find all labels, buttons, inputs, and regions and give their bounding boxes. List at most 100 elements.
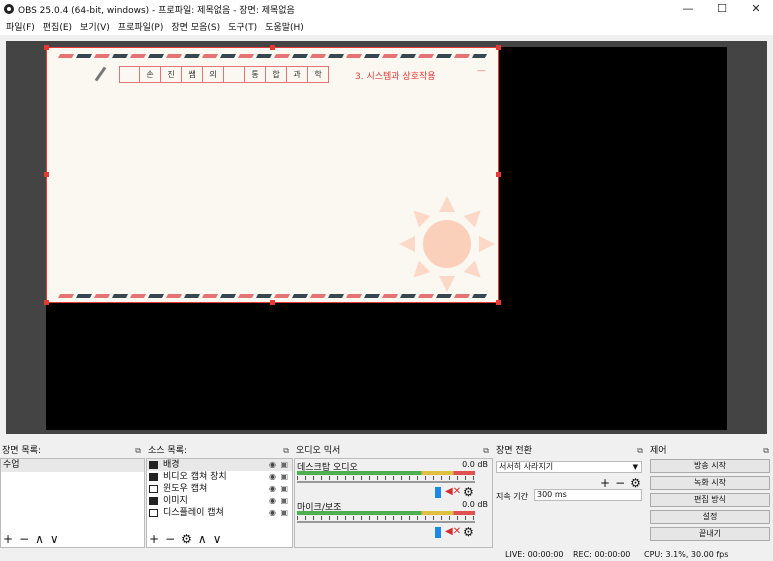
title-cell: 과 [287, 67, 308, 82]
resize-handle[interactable] [496, 45, 501, 50]
resize-handle[interactable] [496, 300, 501, 305]
move-down-button[interactable]: ∨ [50, 532, 59, 546]
float-icon[interactable]: ⧉ [763, 444, 769, 458]
preview-canvas[interactable]: 손 진 쌤 의 통 합 과 학 3. 시스템과 상호작용 — [44, 45, 727, 430]
sources-dock: 소스 목록: ⧉ 배경 ◉ ▣ 비디오 캡쳐 장치 ◉ ▣ 윈도우 캡쳐 ◉ ▣ [146, 444, 293, 548]
resize-handle[interactable] [44, 172, 49, 177]
menu-help[interactable]: 도움말(H) [265, 20, 304, 33]
mixer-channel: 마이크/보조 0.0 dB ◀✕ ⚙ [295, 499, 492, 539]
volume-meter [297, 471, 475, 475]
menu-bar: 파일(F) 편집(E) 보기(V) 프로파일(P) 장면 모음(S) 도구(T)… [0, 18, 773, 35]
mute-icon[interactable]: ◀✕ [445, 526, 461, 537]
visibility-icon[interactable]: ◉ [269, 495, 276, 507]
lock-icon[interactable]: ▣ [280, 507, 288, 519]
visibility-icon[interactable]: ◉ [269, 459, 276, 471]
dock-area: 장면 목록: ⧉ 수업 + − ∧ ∨ 소스 목록: ⧉ 배경 ◉ ▣ 비디오 캡쳐… [0, 444, 773, 548]
add-source-button[interactable]: + [149, 532, 159, 546]
mute-icon[interactable]: ◀✕ [445, 486, 461, 497]
mixer-channel: 데스크탑 오디오 0.0 dB ◀✕ ⚙ [295, 459, 492, 499]
controls-title: 제어 [650, 446, 667, 456]
visibility-icon[interactable]: ◉ [269, 483, 276, 495]
remove-transition-button[interactable]: − [615, 476, 625, 490]
image-icon [149, 497, 158, 505]
menu-tools[interactable]: 도구(T) [228, 20, 257, 33]
source-item[interactable]: 윈도우 캡쳐 ◉ ▣ [147, 483, 292, 495]
mixer-title: 오디오 믹서 [296, 446, 341, 456]
lock-icon[interactable]: ▣ [280, 459, 288, 471]
menu-file[interactable]: 파일(F) [6, 20, 35, 33]
duration-label: 지속 기간 [496, 492, 528, 501]
sources-list: 배경 ◉ ▣ 비디오 캡쳐 장치 ◉ ▣ 윈도우 캡쳐 ◉ ▣ 이미지 ◉ ▣ [146, 458, 293, 548]
fader-knob[interactable] [435, 487, 441, 498]
menu-edit[interactable]: 편집(E) [43, 20, 72, 33]
menu-profile[interactable]: 프로파일(P) [118, 20, 164, 33]
background-source[interactable]: 손 진 쌤 의 통 합 과 학 3. 시스템과 상호작용 — [46, 47, 499, 303]
close-button[interactable]: ✕ [739, 0, 773, 18]
add-transition-button[interactable]: + [600, 476, 610, 490]
cpu-status: CPU: 3.1%, 30.00 fps [644, 550, 729, 559]
lock-icon[interactable]: ▣ [280, 483, 288, 495]
lock-icon[interactable]: ▣ [280, 495, 288, 507]
visibility-icon[interactable]: ◉ [269, 471, 276, 483]
gear-icon[interactable]: ⚙ [463, 525, 474, 539]
settings-button[interactable]: 설정 [650, 510, 770, 524]
move-up-button[interactable]: ∧ [198, 532, 207, 546]
source-item[interactable]: 비디오 캡쳐 장치 ◉ ▣ [147, 471, 292, 483]
menu-scene-collection[interactable]: 장면 모음(S) [171, 20, 220, 33]
minimize-button[interactable]: — [671, 0, 705, 18]
window-controls: — ☐ ✕ [671, 0, 773, 18]
resize-handle[interactable] [44, 45, 49, 50]
source-item[interactable]: 배경 ◉ ▣ [147, 459, 292, 471]
move-down-button[interactable]: ∨ [213, 532, 222, 546]
volume-fader[interactable] [297, 481, 475, 483]
float-icon[interactable]: ⧉ [637, 444, 643, 458]
resize-handle[interactable] [270, 300, 275, 305]
add-scene-button[interactable]: + [3, 532, 13, 546]
source-label: 비디오 캡쳐 장치 [163, 472, 227, 482]
float-icon[interactable]: ⧉ [483, 444, 489, 458]
pencil-icon [94, 66, 107, 82]
slide-dash: — [477, 66, 486, 76]
float-icon[interactable]: ⧉ [283, 444, 289, 458]
transitions-dock: 장면 전환 ⧉ 서서히 사라지기 ▼ + − ⚙ 지속 기간 300 ms [494, 444, 647, 548]
title-bar: OBS 25.0.4 (64-bit, windows) - 프로파일: 제목없… [0, 0, 773, 18]
preview-area: 손 진 쌤 의 통 합 과 학 3. 시스템과 상호작용 — [6, 41, 767, 434]
duration-input[interactable]: 300 ms [534, 489, 642, 501]
resize-handle[interactable] [44, 300, 49, 305]
window-icon [149, 485, 158, 493]
channel-db: 0.0 dB [462, 500, 488, 509]
start-recording-button[interactable]: 녹화 시작 [650, 476, 770, 490]
title-cell: 쌤 [182, 67, 203, 82]
visibility-icon[interactable]: ◉ [269, 507, 276, 519]
studio-mode-button[interactable]: 편집 방식 [650, 493, 770, 507]
source-item[interactable]: 디스플레이 캡쳐 ◉ ▣ [147, 507, 292, 519]
source-item[interactable]: 이미지 ◉ ▣ [147, 495, 292, 507]
volume-fader[interactable] [297, 521, 475, 523]
controls-body: 방송 시작 녹화 시작 편집 방식 설정 끝내기 [648, 458, 773, 548]
controls-dock: 제어 ⧉ 방송 시작 녹화 시작 편집 방식 설정 끝내기 [648, 444, 773, 548]
remove-source-button[interactable]: − [165, 532, 175, 546]
chevron-down-icon: ▼ [632, 463, 638, 471]
gear-icon[interactable]: ⚙ [463, 485, 474, 499]
slide-subtitle: 3. 시스템과 상호작용 [355, 72, 436, 82]
remove-scene-button[interactable]: − [19, 532, 29, 546]
float-icon[interactable]: ⧉ [135, 444, 141, 458]
meter-ticks [297, 516, 475, 520]
transition-select[interactable]: 서서히 사라지기 ▼ [496, 461, 642, 473]
move-up-button[interactable]: ∧ [35, 532, 44, 546]
title-cell: 합 [266, 67, 287, 82]
resize-handle[interactable] [496, 172, 501, 177]
transition-properties-button[interactable]: ⚙ [630, 476, 641, 490]
exit-button[interactable]: 끝내기 [650, 527, 770, 541]
airmail-stripe-top [57, 54, 488, 58]
maximize-button[interactable]: ☐ [705, 0, 739, 18]
fader-knob[interactable] [435, 527, 441, 538]
menu-view[interactable]: 보기(V) [80, 20, 110, 33]
monitor-icon [149, 509, 158, 517]
start-streaming-button[interactable]: 방송 시작 [650, 459, 770, 473]
scene-item[interactable]: 수업 [1, 459, 144, 472]
lock-icon[interactable]: ▣ [280, 471, 288, 483]
source-properties-button[interactable]: ⚙ [181, 532, 192, 546]
resize-handle[interactable] [270, 45, 275, 50]
airmail-stripe-bottom [57, 294, 488, 298]
